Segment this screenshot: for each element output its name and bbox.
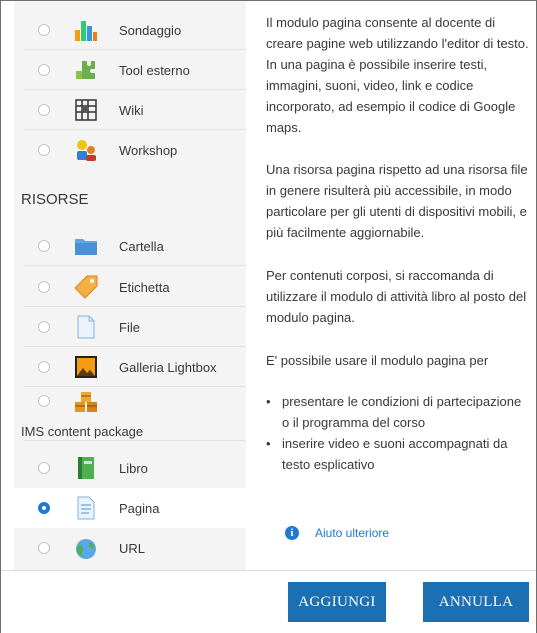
globe-icon [76, 539, 96, 559]
option-workshop[interactable]: Workshop [14, 130, 246, 170]
activity-chooser-dialog: Sondaggio Tool esterno Wiki Workshop RIS… [0, 0, 537, 633]
option-galleria-lightbox[interactable]: Galleria Lightbox [14, 347, 246, 387]
package-boxes-icon [75, 392, 97, 412]
radio-pagina[interactable] [38, 502, 50, 514]
radio-url[interactable] [38, 542, 50, 554]
option-label: Workshop [119, 142, 178, 158]
option-label: Sondaggio [119, 22, 182, 38]
workshop-icon [77, 140, 96, 161]
description-paragraph: E' possibile usare il modulo pagina per [266, 353, 489, 368]
image-gallery-icon [75, 356, 97, 378]
wiki-icon [75, 99, 97, 121]
radio-libro[interactable] [38, 462, 50, 474]
option-label: Libro [119, 460, 148, 476]
option-label: IMS content package [21, 424, 144, 439]
radio-galleria-lightbox[interactable] [38, 361, 50, 373]
folder-icon [75, 239, 97, 255]
option-label: Wiki [119, 102, 144, 118]
cancel-button[interactable]: ANNULLA [423, 582, 529, 622]
section-heading-risorse: RISORSE [21, 191, 89, 208]
radio-workshop[interactable] [38, 144, 50, 156]
option-label: Cartella [119, 238, 164, 254]
help-link-label[interactable]: Aiuto ulteriore [315, 526, 389, 540]
option-libro[interactable]: Libro [14, 448, 246, 488]
option-label: Galleria Lightbox [119, 359, 217, 375]
list-item: presentare le condizioni di partecipazio… [266, 391, 531, 433]
radio-file[interactable] [38, 321, 50, 333]
option-label: Pagina [119, 500, 160, 516]
list-item: inserire video e suoni accompagnati da t… [266, 433, 531, 475]
option-label: File [119, 319, 140, 335]
option-cartella[interactable]: Cartella [14, 226, 246, 266]
page-icon [77, 496, 95, 520]
radio-sondaggio[interactable] [38, 24, 50, 36]
description-paragraph: Una risorsa pagina rispetto ad una risor… [266, 162, 528, 240]
description-bullets: presentare le condizioni di partecipazio… [266, 391, 531, 475]
option-label: URL [119, 540, 146, 556]
module-description: Il modulo pagina consente al docente di … [266, 1, 531, 475]
help-link[interactable]: i Aiuto ulteriore [285, 526, 389, 540]
radio-wiki[interactable] [38, 104, 50, 116]
radio-cartella[interactable] [38, 240, 50, 252]
option-label: Etichetta [119, 279, 170, 295]
option-wiki[interactable]: Wiki [14, 90, 246, 130]
option-sondaggio[interactable]: Sondaggio [14, 10, 246, 50]
option-label: Tool esterno [119, 62, 190, 78]
module-list[interactable]: Sondaggio Tool esterno Wiki Workshop RIS… [14, 1, 246, 570]
dialog-footer: AGGIUNGI ANNULLA [1, 570, 536, 633]
radio-tool-esterno[interactable] [38, 64, 50, 76]
option-pagina[interactable]: Pagina [14, 488, 246, 528]
file-icon [77, 315, 95, 339]
description-paragraph: Il modulo pagina consente al docente di … [266, 15, 529, 135]
bar-chart-icon [75, 21, 97, 41]
info-icon: i [285, 526, 299, 540]
tag-icon [74, 275, 98, 299]
radio-ims-content-package[interactable] [38, 395, 50, 407]
book-icon [78, 457, 94, 479]
option-etichetta[interactable]: Etichetta [14, 267, 246, 307]
option-tool-esterno[interactable]: Tool esterno [14, 50, 246, 90]
description-paragraph: Per contenuti corposi, si raccomanda di … [266, 268, 527, 325]
option-file[interactable]: File [14, 307, 246, 347]
option-url[interactable]: URL [14, 528, 246, 568]
option-ims-content-package[interactable]: IMS content package [14, 387, 246, 441]
puzzle-icon [76, 61, 95, 79]
radio-etichetta[interactable] [38, 281, 50, 293]
add-button[interactable]: AGGIUNGI [288, 582, 386, 622]
